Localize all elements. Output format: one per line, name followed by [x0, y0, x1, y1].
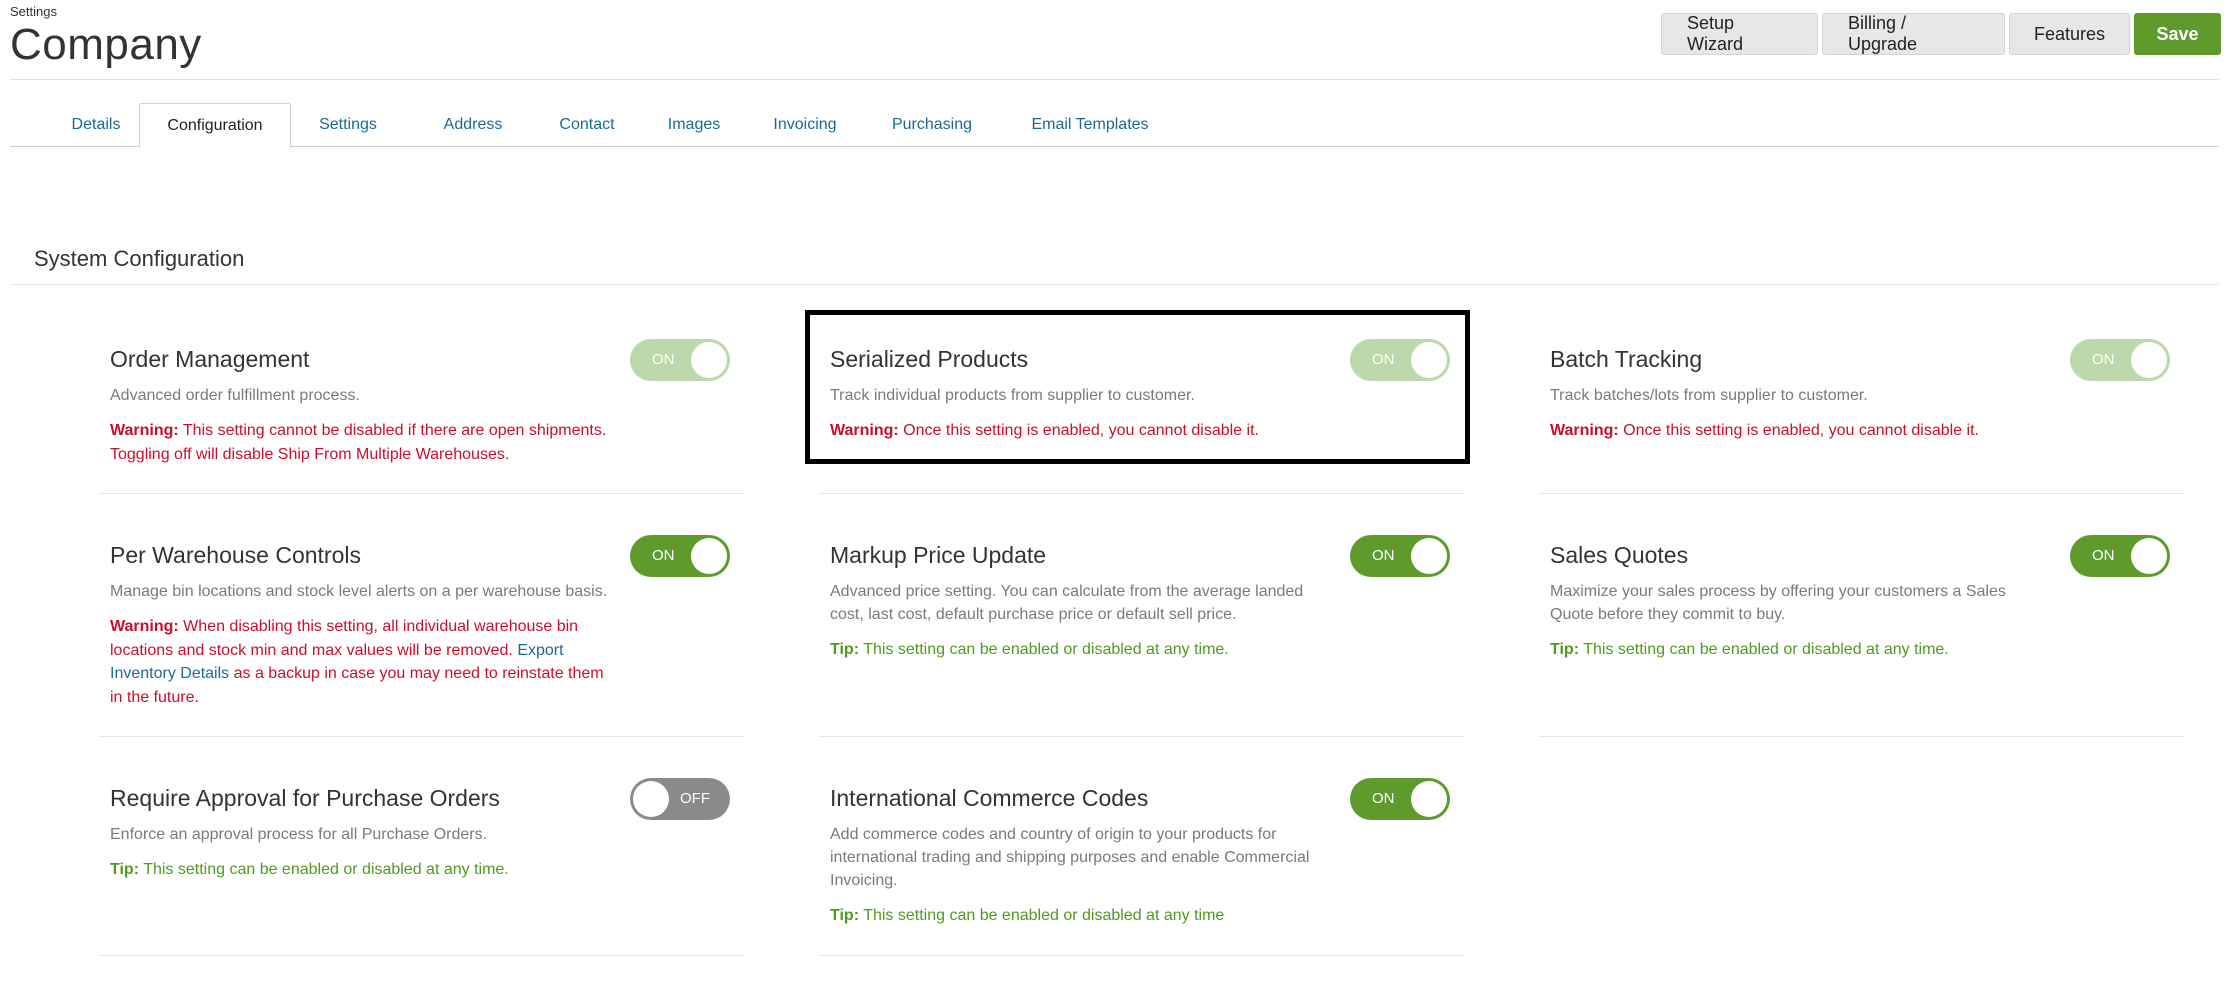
toggle-label: ON — [652, 351, 675, 368]
breadcrumb[interactable]: Settings — [10, 4, 57, 19]
tip-text: This setting can be enabled or disabled … — [139, 861, 509, 878]
warning-label: Warning: — [110, 422, 179, 439]
card-title: Per Warehouse Controls — [110, 542, 361, 568]
setup-wizard-button[interactable]: Setup Wizard — [1661, 13, 1818, 55]
international-commerce-toggle[interactable]: ON — [1350, 778, 1450, 820]
warning-text: This setting cannot be disabled if there… — [110, 422, 607, 463]
card-warning: Warning: When disabling this setting, al… — [110, 615, 610, 709]
card-description: Maximize your sales process by offering … — [1550, 583, 2006, 623]
tab-details[interactable]: Details — [50, 103, 142, 147]
card-tip: Tip: This setting can be enabled or disa… — [830, 904, 1340, 928]
card-divider — [98, 736, 744, 737]
section-title: System Configuration — [34, 246, 245, 271]
card-title: Sales Quotes — [1550, 542, 1689, 568]
warning-label: Warning: — [110, 618, 179, 635]
page-title: Company — [10, 20, 202, 69]
card-title: Order Management — [110, 346, 310, 372]
toggle-knob — [1411, 781, 1447, 817]
card-description: Enforce an approval process for all Purc… — [110, 826, 488, 843]
card-divider — [1538, 736, 2184, 737]
tip-label: Tip: — [110, 861, 140, 878]
card-title: Markup Price Update — [830, 542, 1047, 568]
toggle-label: ON — [1372, 790, 1395, 807]
tip-text: This setting can be enabled or disabled … — [859, 907, 1225, 924]
card-divider — [1538, 493, 2184, 494]
tab-purchasing[interactable]: Purchasing — [878, 103, 986, 147]
card-warning: Warning: Once this setting is enabled, y… — [830, 419, 1340, 443]
toggle-label: ON — [2092, 547, 2115, 564]
features-button[interactable]: Features — [2009, 13, 2130, 55]
save-button[interactable]: Save — [2134, 13, 2221, 55]
tab-invoicing[interactable]: Invoicing — [758, 103, 852, 147]
tab-bar: Details Configuration Settings Address C… — [10, 103, 2219, 148]
toggle-knob — [691, 538, 727, 574]
page-header: Settings Company Setup Wizard Billing / … — [10, 0, 2221, 80]
tab-address[interactable]: Address — [428, 103, 518, 147]
card-description: Track individual products from supplier … — [830, 387, 1195, 404]
toggle-label: OFF — [680, 790, 710, 807]
markup-price-update-toggle[interactable]: ON — [1350, 535, 1450, 577]
card-title: International Commerce Codes — [830, 785, 1149, 811]
batch-tracking-toggle[interactable]: ON — [2070, 339, 2170, 381]
serialized-products-toggle[interactable]: ON — [1350, 339, 1450, 381]
toggle-label: ON — [1372, 351, 1395, 368]
toggle-label: ON — [652, 547, 675, 564]
require-approval-toggle[interactable]: OFF — [630, 778, 730, 820]
card-divider — [818, 955, 1464, 956]
warning-label: Warning: — [1550, 422, 1619, 439]
toggle-knob — [2131, 538, 2167, 574]
card-divider — [818, 736, 1464, 737]
tip-label: Tip: — [830, 907, 860, 924]
billing-upgrade-button[interactable]: Billing / Upgrade — [1822, 13, 2005, 55]
card-title: Serialized Products — [830, 346, 1029, 372]
tip-label: Tip: — [1550, 641, 1580, 658]
card-divider — [98, 955, 744, 956]
toggle-label: ON — [1372, 547, 1395, 564]
card-description: Manage bin locations and stock level ale… — [110, 583, 608, 600]
card-description: Advanced price setting. You can calculat… — [830, 583, 1304, 623]
toggle-knob — [1411, 342, 1447, 378]
card-description: Add commerce codes and country of origin… — [830, 826, 1310, 889]
warning-label: Warning: — [830, 422, 899, 439]
sales-quotes-toggle[interactable]: ON — [2070, 535, 2170, 577]
card-warning: Warning: Once this setting is enabled, y… — [1550, 419, 2060, 443]
toggle-knob — [633, 781, 669, 817]
tab-contact[interactable]: Contact — [542, 103, 632, 147]
toggle-knob — [1411, 538, 1447, 574]
toggle-knob — [691, 342, 727, 378]
card-tip: Tip: This setting can be enabled or disa… — [110, 858, 620, 882]
card-divider — [818, 493, 1464, 494]
card-description: Advanced order fulfillment process. — [110, 387, 360, 404]
order-management-toggle[interactable]: ON — [630, 339, 730, 381]
warning-text: Once this setting is enabled, you cannot… — [898, 422, 1259, 439]
tab-email-templates[interactable]: Email Templates — [1016, 103, 1164, 147]
section-divider — [10, 284, 2219, 285]
card-title: Batch Tracking — [1550, 346, 1703, 372]
tab-images[interactable]: Images — [654, 103, 734, 147]
card-tip: Tip: This setting can be enabled or disa… — [1550, 638, 2060, 662]
warning-text: When disabling this setting, all individ… — [110, 618, 579, 659]
tab-settings[interactable]: Settings — [308, 103, 388, 147]
tip-label: Tip: — [830, 641, 860, 658]
per-warehouse-controls-toggle[interactable]: ON — [630, 535, 730, 577]
toggle-knob — [2131, 342, 2167, 378]
tip-text: This setting can be enabled or disabled … — [1579, 641, 1949, 658]
card-description: Track batches/lots from supplier to cust… — [1550, 387, 1868, 404]
tab-configuration[interactable]: Configuration — [139, 103, 291, 148]
card-title: Require Approval for Purchase Orders — [110, 785, 500, 811]
card-divider — [98, 493, 744, 494]
warning-text: Once this setting is enabled, you cannot… — [1618, 422, 1979, 439]
card-warning: Warning: This setting cannot be disabled… — [110, 419, 620, 466]
card-tip: Tip: This setting can be enabled or disa… — [830, 638, 1340, 662]
toggle-label: ON — [2092, 351, 2115, 368]
tip-text: This setting can be enabled or disabled … — [859, 641, 1229, 658]
header-actions: Setup Wizard Billing / Upgrade Features … — [1661, 13, 2221, 55]
